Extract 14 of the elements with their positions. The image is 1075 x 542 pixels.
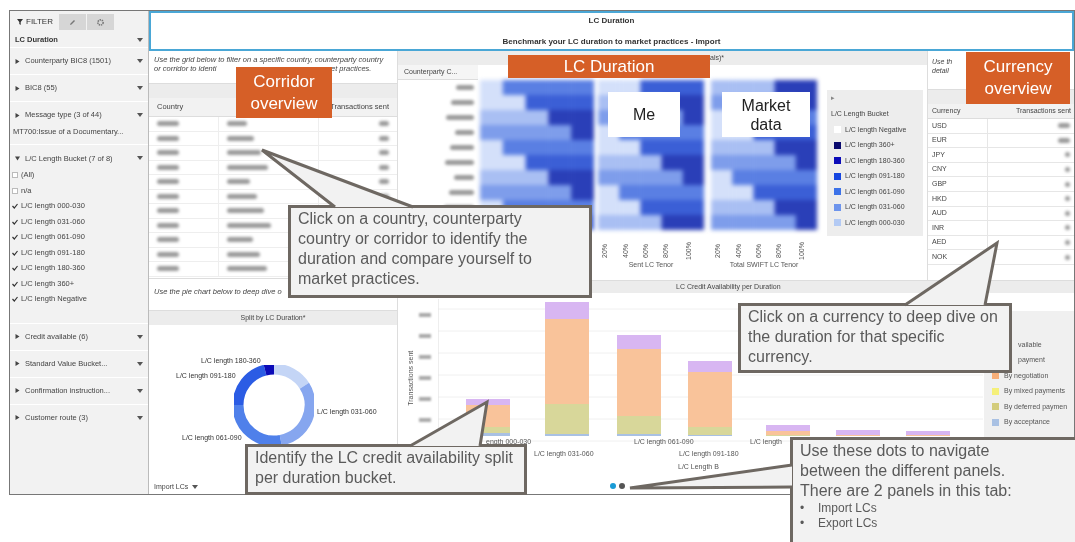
bullet-text: Export LCs xyxy=(818,516,878,531)
bullet-text: Import LCs xyxy=(818,501,877,516)
annotation-banner: Corridor overview xyxy=(236,67,332,118)
callout-text: Identify the LC credit availability split per duration bucket. xyxy=(255,448,513,488)
dashboard-title: LC Duration xyxy=(588,14,635,27)
callout-text: Click on a currency to deep dive on the duration for that specific currency. xyxy=(748,307,999,367)
annotation-label: Me xyxy=(608,92,680,137)
annotation-label: Market data xyxy=(722,92,810,137)
bullet-mark: • xyxy=(800,516,806,531)
annotation-banner: LC Duration xyxy=(508,55,710,78)
annotation-banner: Currency overview xyxy=(966,52,1070,104)
dashboard-subtitle: Benchmark your LC duration to market practices - Import xyxy=(502,35,721,48)
callout-text: Use these dots to navigate between the different panels. There are 2 panels in this tab: xyxy=(800,441,1013,501)
bullet-mark: • xyxy=(800,501,806,516)
